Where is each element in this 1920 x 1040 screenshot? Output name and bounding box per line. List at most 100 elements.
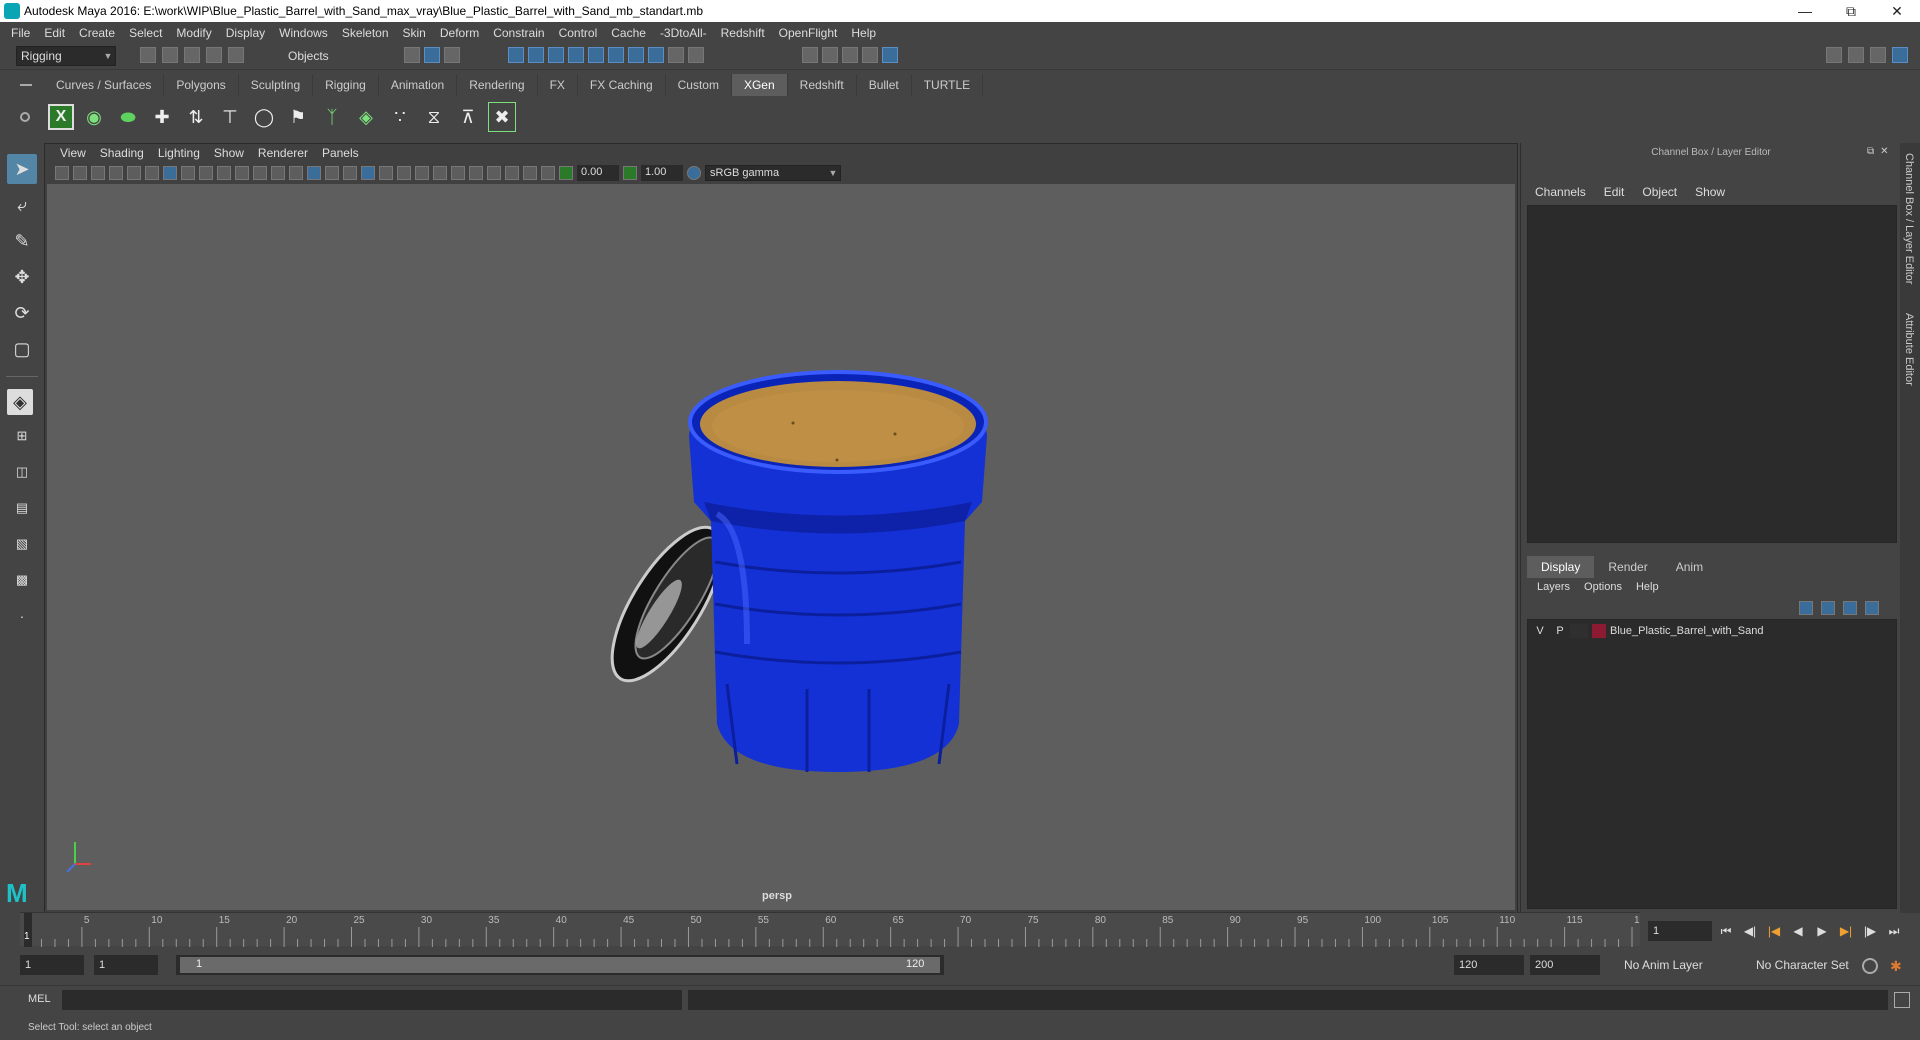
redo-icon[interactable] [228,47,244,63]
open-scene-icon[interactable] [162,47,178,63]
shelf-tab-fx[interactable]: FX [538,74,578,96]
shadows-icon[interactable] [397,166,411,180]
side-tab-channel-box[interactable]: Channel Box / Layer Editor [1903,153,1915,284]
render-view-icon[interactable] [802,47,818,63]
xgen-layers-icon[interactable]: ◈ [352,102,380,132]
selection-mode-dropdown[interactable]: Objects [284,46,380,66]
shelf-tab-animation[interactable]: Animation [379,74,458,96]
layer-menu-options[interactable]: Options [1584,581,1622,593]
screen-space-ao-icon[interactable] [415,166,429,180]
bookmark-icon[interactable] [91,166,105,180]
menu-deform[interactable]: Deform [433,26,486,40]
menu-windows[interactable]: Windows [272,26,335,40]
layer-menu-help[interactable]: Help [1636,581,1659,593]
shelf-tab-fx-caching[interactable]: FX Caching [578,74,666,96]
camera-attributes-icon[interactable] [73,166,87,180]
menu-control[interactable]: Control [552,26,605,40]
step-forward-frame-icon[interactable]: ▶| [1836,921,1856,941]
ipr-render-icon[interactable] [842,47,858,63]
more-layouts-icon[interactable]: · [7,601,37,631]
xgen-toggle-icon[interactable]: ✖ [488,102,516,132]
menu-redshift[interactable]: Redshift [714,26,772,40]
persp-outliner-layout-icon[interactable]: ◫ [7,457,37,487]
history-icon[interactable] [688,47,704,63]
channel-menu-edit[interactable]: Edit [1604,185,1625,199]
menu-help[interactable]: Help [844,26,883,40]
channel-menu-object[interactable]: Object [1642,185,1677,199]
playback-start-field[interactable]: 1 [94,955,158,975]
channel-box-area[interactable] [1527,205,1897,543]
image-plane-icon[interactable] [109,166,123,180]
xgen-brush-icon[interactable]: ⊼ [454,102,482,132]
animation-preferences-icon[interactable]: ✱ [1890,958,1906,974]
tool-settings-icon[interactable] [1870,47,1886,63]
layer-tab-render[interactable]: Render [1594,556,1661,578]
select-tool-icon[interactable]: ➤ [7,154,37,184]
textured-icon[interactable] [361,166,375,180]
menu-select[interactable]: Select [122,26,169,40]
layer-tab-anim[interactable]: Anim [1662,556,1717,578]
shelf-tab-curves-surfaces[interactable]: Curves / Surfaces [44,74,165,96]
snap-point-icon[interactable] [548,47,564,63]
snap-grid-icon[interactable] [508,47,524,63]
script-editor-icon[interactable] [1894,992,1910,1008]
menu-edit[interactable]: Edit [37,26,72,40]
time-slider[interactable]: 5 10 15 20 25 30 35 40 45 50 55 60 65 70 75 80 85 90 95 100… [20,912,1640,947]
color-management-icon[interactable] [687,166,701,180]
save-scene-icon[interactable] [184,47,200,63]
menu-constrain[interactable]: Constrain [486,26,551,40]
xray-joints-icon[interactable] [523,166,537,180]
paint-select-tool-icon[interactable]: ✎ [7,226,37,256]
layer-name[interactable]: Blue_Plastic_Barrel_with_Sand [1610,625,1763,637]
shelf-tab-polygons[interactable]: Polygons [164,74,239,96]
range-slider[interactable]: 1 120 [176,955,944,975]
shelf-tab-rigging[interactable]: Rigging [313,74,379,96]
layer-visibility-toggle[interactable]: V [1530,625,1550,637]
attribute-editor-icon[interactable] [1848,47,1864,63]
xgen-add-guide-icon[interactable]: ✚ [148,102,176,132]
close-panel-icon[interactable]: ✕ [1880,146,1888,157]
gate-mask-icon[interactable] [217,166,231,180]
xgen-grass-icon[interactable]: ᛉ [318,102,346,132]
shelf-tab-sculpting[interactable]: Sculpting [239,74,314,96]
two-d-pan-zoom-icon[interactable] [127,166,141,180]
select-component-icon[interactable] [444,47,460,63]
perspective-viewport[interactable]: persp [47,184,1515,910]
smooth-shade-icon[interactable] [307,166,321,180]
hypershade-icon[interactable] [882,47,898,63]
go-to-end-icon[interactable]: ⏭ [1884,921,1904,941]
single-perspective-layout-icon[interactable]: ◈ [7,389,33,415]
xgen-guides-to-curves-icon[interactable]: ∵ [386,102,414,132]
float-panel-icon[interactable]: ⧉ [1867,146,1874,157]
step-back-key-icon[interactable]: ◀| [1740,921,1760,941]
persp-graph-hypergraph-layout-icon[interactable]: ▧ [7,529,37,559]
snap-curve-icon[interactable] [528,47,544,63]
menu-3dtoall[interactable]: -3DtoAll- [653,26,714,40]
new-empty-layer-icon[interactable] [1843,601,1857,615]
grease-pencil-icon[interactable] [145,166,159,180]
channel-box-icon[interactable] [1892,47,1908,63]
select-object-icon[interactable] [424,47,440,63]
motion-blur-icon[interactable] [433,166,447,180]
wireframe-icon[interactable] [289,166,303,180]
resolution-gate-icon[interactable] [199,166,213,180]
play-forward-icon[interactable]: ▶ [1812,921,1832,941]
minimize-icon[interactable]: — [1782,3,1828,20]
xray-icon[interactable] [505,166,519,180]
rotate-tool-icon[interactable]: ⟳ [7,298,37,328]
symmetry-icon[interactable] [648,47,664,63]
command-language-label[interactable]: MEL [28,993,51,1005]
snap-surface-icon[interactable] [588,47,604,63]
step-forward-key-icon[interactable]: |▶ [1860,921,1880,941]
xgen-preview-icon[interactable]: ◉ [80,102,108,132]
panel-menu-shading[interactable]: Shading [93,146,151,160]
panel-menu-lighting[interactable]: Lighting [151,146,207,160]
menu-display[interactable]: Display [219,26,272,40]
default-material-icon[interactable] [343,166,357,180]
anti-aliasing-icon[interactable] [451,166,465,180]
layer-menu-layers[interactable]: Layers [1537,581,1570,593]
shelf-tab-bullet[interactable]: Bullet [857,74,912,96]
command-input[interactable] [62,990,682,1010]
layer-color-swatch[interactable] [1592,624,1606,638]
layer-row[interactable]: V P Blue_Plastic_Barrel_with_Sand [1530,622,1894,640]
